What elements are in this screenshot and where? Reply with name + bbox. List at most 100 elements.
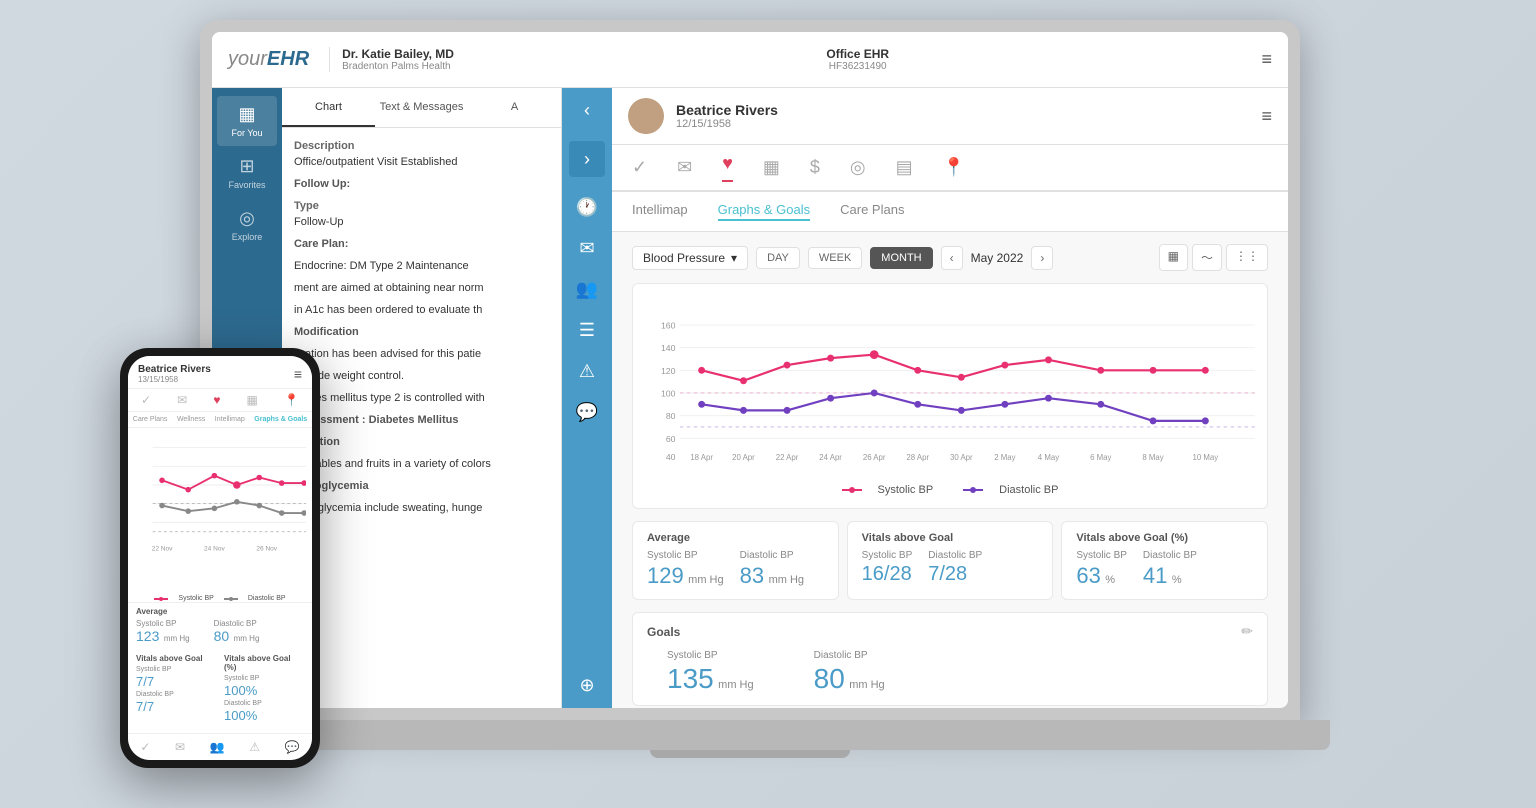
nav-pin-icon[interactable]: 📍 — [943, 157, 965, 178]
phone-chart-svg: 22 Nov 24 Nov 26 Nov — [134, 434, 306, 564]
tab-chart[interactable]: Chart — [282, 88, 375, 127]
phone-diastolic-stat-label: Diastolic BP — [214, 619, 260, 628]
clock-icon[interactable]: 🕐 — [576, 197, 598, 218]
svg-text:160: 160 — [661, 320, 676, 330]
nav-checkmark-icon[interactable]: ✓ — [632, 157, 647, 178]
phone-vpct-systolic: Systolic BP 100% — [224, 675, 304, 700]
doctor-org: Bradenton Palms Health — [342, 61, 454, 72]
phone-diastolic-stat-value: 80 — [214, 628, 230, 644]
mail-panel-icon[interactable]: ✉ — [579, 238, 594, 259]
tab-care-plans[interactable]: Care Plans — [840, 202, 904, 221]
phone-vitals-pct: Vitals above Goal (%) Systolic BP 100% D… — [224, 654, 304, 725]
hamburger-menu-icon[interactable]: ≡ — [1261, 49, 1272, 70]
avg-diastolic-unit: mm Hg — [769, 574, 804, 586]
modification-label: Modification — [294, 326, 549, 338]
grid-view-btn[interactable]: ⋮⋮ — [1226, 244, 1268, 271]
average-title: Average — [647, 532, 824, 544]
nav-list-icon[interactable]: ▤ — [896, 157, 913, 178]
patient-info: Beatrice Rivers 12/15/1958 — [676, 102, 778, 130]
list-icon[interactable]: ☰ — [579, 320, 595, 341]
nav-heart-icon[interactable]: ♥ — [722, 153, 733, 182]
phone-nav-heart[interactable]: ♥ — [213, 393, 220, 407]
sidebar-item-for-you[interactable]: ▦ For You — [217, 96, 277, 146]
patient-avatar — [628, 98, 664, 134]
patient-header: Beatrice Rivers 12/15/1958 ≡ — [612, 88, 1288, 145]
phone-tab-care-plans[interactable]: Care Plans — [133, 416, 168, 423]
phone-vitals-rows: Vitals above Goal Systolic BP 7/7 Diasto… — [128, 650, 312, 733]
phone-tabs: Care Plans Wellness Intellimap Graphs & … — [128, 412, 312, 428]
day-btn[interactable]: DAY — [756, 247, 800, 269]
group-icon[interactable]: 👥 — [576, 279, 598, 300]
average-card: Average Systolic BP 129 mm Hg — [632, 521, 839, 600]
phone-bottom-chat-icon[interactable]: 💬 — [285, 740, 300, 754]
phone-vitals-row-1: Vitals above Goal Systolic BP 7/7 Diasto… — [136, 654, 304, 725]
office-id: HF36231490 — [826, 61, 889, 72]
tab-a[interactable]: A — [468, 88, 561, 127]
alert-icon[interactable]: ⚠ — [579, 361, 595, 382]
svg-text:8 May: 8 May — [1142, 453, 1163, 462]
phone-vpct-diastolic-label: Diastolic BP — [224, 700, 304, 707]
nav-circle-icon[interactable]: ◎ — [850, 157, 866, 178]
month-btn[interactable]: MONTH — [870, 247, 932, 269]
phone-top-bar: Beatrice Rivers 13/15/1958 ≡ — [128, 356, 312, 389]
nutrition-text: egetables and fruits in a variety of col… — [294, 458, 549, 470]
phone-vag-diastolic-value: 7/7 — [136, 699, 154, 714]
svg-text:40: 40 — [666, 452, 676, 462]
content-tabs: Intellimap Graphs & Goals Care Plans — [612, 192, 1288, 232]
goals-systolic: Systolic BP 135 mm Hg — [667, 650, 754, 695]
phone-vag-diastolic: Diastolic BP 7/7 — [136, 691, 216, 716]
vag-systolic-label: Systolic BP — [862, 550, 913, 561]
phone-nav-grid[interactable]: ▦ — [247, 393, 258, 407]
phone-bottom-check-icon[interactable]: ✓ — [140, 740, 150, 754]
diabetes-text: abetes mellitus type 2 is controlled wit… — [294, 392, 549, 404]
nav-grid-icon[interactable]: ▦ — [763, 157, 780, 178]
plus-icon[interactable]: ⊕ — [579, 675, 594, 696]
phone-nav: ✓ ✉ ♥ ▦ 📍 — [128, 389, 312, 412]
tab-intellimap[interactable]: Intellimap — [632, 202, 688, 221]
svg-text:140: 140 — [661, 343, 676, 353]
chart-svg-container: 160 140 120 100 80 60 40 — [645, 296, 1255, 476]
table-view-btn[interactable]: ▦ — [1159, 244, 1188, 271]
goals-systolic-value: 135 — [667, 663, 714, 694]
patient-menu-icon[interactable]: ≡ — [1261, 106, 1272, 127]
sidebar-item-explore[interactable]: ◎ Explore — [217, 200, 277, 250]
phone-nav-pin[interactable]: 📍 — [284, 393, 299, 407]
svg-text:80: 80 — [666, 411, 676, 421]
expand-panel: ‹ › 🕐 ✉ 👥 ☰ ⚠ 💬 ⊕ — [562, 88, 612, 708]
description-label: Description — [294, 140, 549, 152]
sidebar-item-favorites[interactable]: ⊞ Favorites — [217, 148, 277, 198]
phone-bottom-mail-icon[interactable]: ✉ — [175, 740, 185, 754]
tab-text-messages[interactable]: Text & Messages — [375, 88, 468, 127]
doctor-name: Dr. Katie Bailey, MD — [342, 47, 454, 61]
svg-text:100: 100 — [661, 388, 676, 398]
next-period-btn[interactable]: › — [1031, 246, 1053, 270]
goals-title: Goals — [647, 625, 680, 639]
phone-nav-mail[interactable]: ✉ — [177, 393, 187, 407]
phone-vitals-pct-title: Vitals above Goal (%) — [224, 654, 304, 672]
forward-arrow-icon[interactable]: › — [569, 141, 605, 177]
line-view-btn[interactable]: 〜 — [1192, 244, 1222, 271]
phone-tab-graphs[interactable]: Graphs & Goals — [254, 416, 307, 423]
chart-tab-buttons: Chart Text & Messages A — [282, 88, 561, 128]
hypoglycemia-label: Hypoglycemia — [294, 480, 549, 492]
vitals-above-goal-cols: Systolic BP 16/28 Diastolic BP 7/28 — [862, 550, 1039, 586]
phone-bottom-alert-icon[interactable]: ⚠ — [249, 740, 260, 754]
phone-tab-intellimap[interactable]: Intellimap — [215, 416, 245, 423]
back-arrow-icon[interactable]: ‹ — [584, 100, 590, 121]
goals-edit-icon[interactable]: ✏ — [1241, 623, 1253, 640]
chat-icon[interactable]: 💬 — [576, 402, 598, 423]
week-btn[interactable]: WEEK — [808, 247, 862, 269]
phone-menu-icon[interactable]: ≡ — [294, 366, 302, 382]
phone: Beatrice Rivers 13/15/1958 ≡ ✓ ✉ ♥ ▦ 📍 C… — [120, 348, 320, 768]
phone-nav-check[interactable]: ✓ — [141, 393, 151, 407]
tab-graphs-goals[interactable]: Graphs & Goals — [718, 202, 811, 221]
phone-bottom-group-icon[interactable]: 👥 — [210, 740, 225, 754]
vpct-diastolic-value-row: 41 % — [1143, 563, 1197, 589]
svg-text:26 Apr: 26 Apr — [863, 453, 886, 462]
prev-period-btn[interactable]: ‹ — [941, 246, 963, 270]
nav-mail-icon[interactable]: ✉ — [677, 157, 692, 178]
metric-dropdown[interactable]: Blood Pressure ▾ — [632, 246, 748, 270]
phone-tab-wellness[interactable]: Wellness — [177, 416, 205, 423]
nav-dollar-icon[interactable]: $ — [810, 157, 820, 178]
svg-text:24 Apr: 24 Apr — [819, 453, 842, 462]
